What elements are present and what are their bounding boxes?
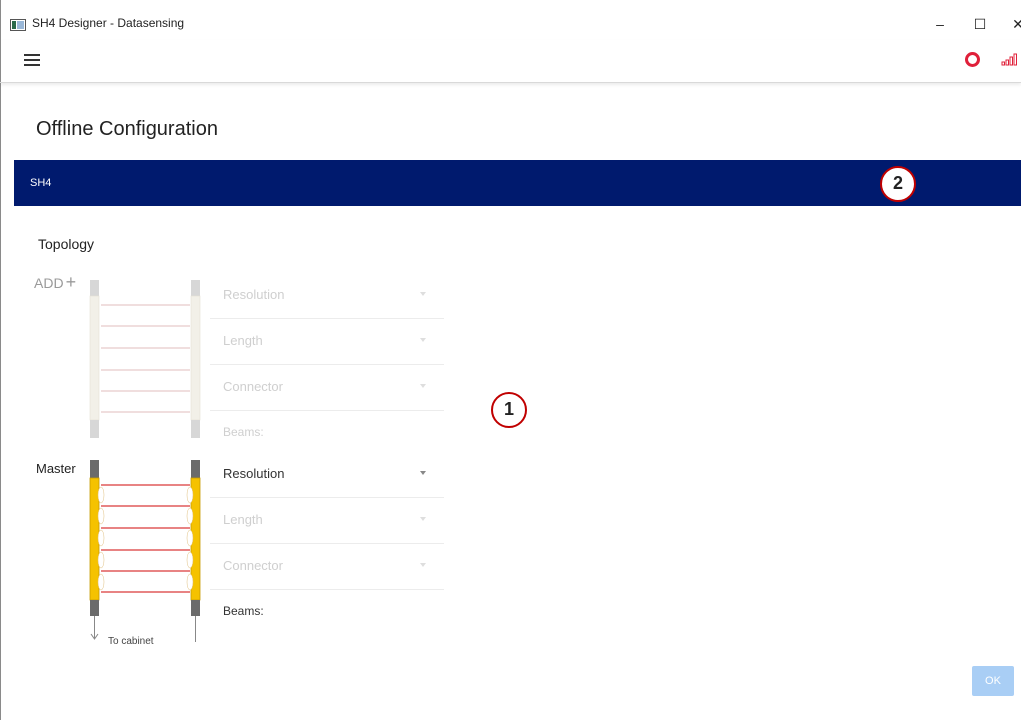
- slave-beams-label: Beams:: [223, 425, 264, 439]
- ok-button[interactable]: OK: [972, 666, 1014, 696]
- page-title: Offline Configuration: [36, 118, 218, 140]
- callout-1: 1: [491, 392, 527, 428]
- chevron-down-icon: [420, 292, 426, 296]
- slave-connector-select[interactable]: Connector: [210, 364, 444, 411]
- signal-strength-icon: [1001, 53, 1017, 66]
- window-title: SH4 Designer - Datasensing: [32, 16, 185, 30]
- device-banner: [14, 160, 1021, 206]
- master-beams-label: Beams:: [223, 604, 264, 618]
- callout-2: 2: [880, 166, 916, 202]
- master-length-select[interactable]: Length: [210, 497, 444, 544]
- add-device-button[interactable]: ADD +: [34, 272, 76, 293]
- plus-icon: +: [65, 272, 77, 292]
- maximize-button[interactable]: ☐: [965, 10, 995, 38]
- slave-beams-field: Beams:: [210, 410, 444, 456]
- app-icon: [10, 19, 26, 31]
- app-toolbar: [0, 40, 1021, 83]
- chevron-down-icon: [420, 517, 426, 521]
- to-cabinet-label: To cabinet: [108, 636, 154, 647]
- master-resolution-label: Resolution: [223, 466, 285, 481]
- slave-length-label: Length: [223, 333, 263, 348]
- chevron-down-icon: [420, 471, 426, 475]
- chevron-down-icon: [420, 384, 426, 388]
- chevron-down-icon: [420, 563, 426, 567]
- close-window-button[interactable]: ✕: [1003, 10, 1021, 38]
- add-label: ADD: [34, 275, 64, 291]
- master-label: Master: [36, 461, 76, 476]
- device-name-label: SH4: [30, 177, 52, 189]
- hamburger-menu-icon[interactable]: [24, 53, 42, 67]
- slave-resolution-label: Resolution: [223, 287, 285, 302]
- master-beams-field: Beams:: [210, 589, 444, 635]
- slave-curtain-unit: [89, 280, 201, 438]
- master-curtain-unit: [89, 460, 201, 642]
- slave-connector-label: Connector: [223, 379, 283, 394]
- window-border: [0, 0, 1, 720]
- chevron-down-icon: [420, 338, 426, 342]
- slave-length-select[interactable]: Length: [210, 318, 444, 365]
- light-curtain-diagram[interactable]: [80, 278, 215, 646]
- record-stop-icon[interactable]: [965, 52, 980, 67]
- minimize-button[interactable]: –: [925, 10, 955, 38]
- master-length-label: Length: [223, 512, 263, 527]
- master-connector-select[interactable]: Connector: [210, 543, 444, 590]
- master-resolution-select[interactable]: Resolution: [210, 451, 444, 498]
- topology-heading: Topology: [38, 236, 95, 252]
- slave-resolution-select[interactable]: Resolution: [210, 272, 444, 319]
- master-connector-label: Connector: [223, 558, 283, 573]
